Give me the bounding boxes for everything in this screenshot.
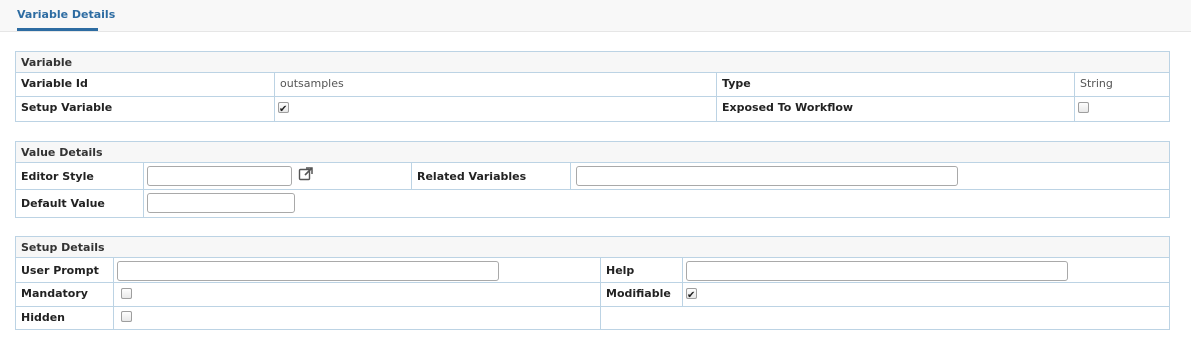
empty-cell — [601, 307, 1169, 329]
tab-bar: Variable Details — [0, 0, 1191, 32]
default-value-cell — [144, 190, 1169, 217]
editor-style-input[interactable] — [147, 166, 292, 186]
variable-section-heading: Variable — [16, 52, 1169, 73]
type-value: String — [1075, 73, 1169, 97]
modifiable-cell — [683, 283, 1169, 307]
user-prompt-input[interactable] — [117, 261, 499, 281]
value-details-section: Value Details Editor Style Related Varia… — [15, 141, 1170, 218]
editor-style-label: Editor Style — [16, 163, 144, 190]
hidden-label: Hidden — [16, 307, 114, 329]
exposed-to-workflow-cell — [1075, 97, 1169, 121]
setup-variable-cell — [275, 97, 717, 121]
default-value-input[interactable] — [147, 193, 295, 213]
external-link-icon[interactable] — [298, 166, 314, 182]
setup-details-heading: Setup Details — [16, 237, 1169, 258]
editor-style-cell — [144, 163, 412, 190]
mandatory-checkbox[interactable] — [121, 288, 132, 299]
user-prompt-label: User Prompt — [16, 258, 114, 283]
related-variables-label: Related Variables — [412, 163, 571, 190]
type-label: Type — [717, 73, 1075, 97]
exposed-to-workflow-label: Exposed To Workflow — [717, 97, 1075, 121]
setup-variable-label: Setup Variable — [16, 97, 275, 121]
modifiable-label: Modifiable — [601, 283, 683, 307]
modifiable-checkbox[interactable] — [686, 285, 697, 306]
value-details-heading: Value Details — [16, 142, 1169, 163]
setup-variable-checkbox[interactable] — [278, 99, 289, 121]
mandatory-cell — [114, 283, 601, 307]
setup-details-section: Setup Details User Prompt Help Mandatory… — [15, 236, 1170, 330]
active-tab-indicator — [17, 28, 98, 31]
exposed-to-workflow-checkbox[interactable] — [1078, 102, 1089, 113]
variable-id-value: outsamples — [275, 73, 717, 97]
related-variables-input[interactable] — [576, 166, 958, 186]
hidden-checkbox[interactable] — [121, 311, 132, 322]
mandatory-label: Mandatory — [16, 283, 114, 307]
tab-variable-details[interactable]: Variable Details — [17, 0, 115, 31]
user-prompt-cell — [114, 258, 601, 283]
hidden-cell — [114, 307, 601, 329]
help-input[interactable] — [686, 261, 1068, 281]
related-variables-cell — [571, 163, 1169, 190]
variable-id-label: Variable Id — [16, 73, 275, 97]
variable-section: Variable Variable Id outsamples Type Str… — [15, 51, 1170, 122]
help-label: Help — [601, 258, 683, 283]
help-cell — [683, 258, 1169, 283]
default-value-label: Default Value — [16, 190, 144, 217]
